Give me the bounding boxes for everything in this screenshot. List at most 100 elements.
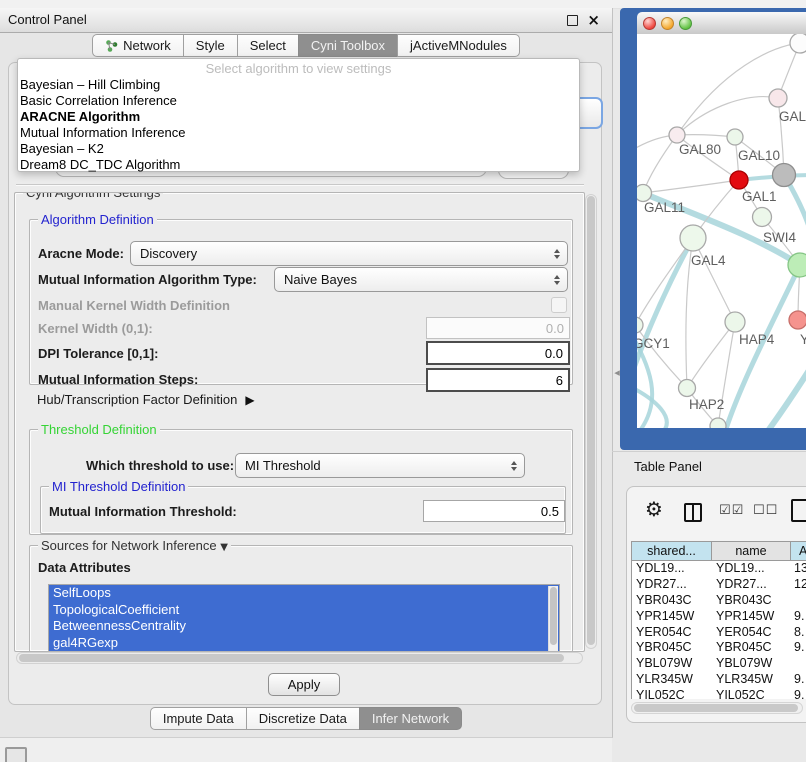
mi-steps-field[interactable] (426, 368, 570, 392)
tab-style[interactable]: Style (183, 34, 238, 57)
sources-title-text: Sources for Network Inference (41, 538, 217, 553)
expand-right-icon[interactable]: ▶ (245, 393, 254, 407)
aracne-mode-combo[interactable]: Discovery (130, 241, 568, 266)
dpi-tolerance-label: DPI Tolerance [0,1]: (38, 346, 158, 361)
algorithm-item-dream8-dc-tdc-algorithm[interactable]: Dream8 DC_TDC Algorithm (18, 157, 579, 173)
tab-cyni-toolbox[interactable]: Cyni Toolbox (298, 34, 398, 57)
hub-definition-label: Hub/Transcription Factor Definition (37, 392, 237, 407)
settings-horizontal-scrollbar[interactable] (16, 652, 583, 664)
mi-threshold-field[interactable] (423, 500, 565, 522)
kernel-width-field[interactable] (426, 317, 570, 339)
manual-kernel-checkbox[interactable] (551, 297, 567, 313)
network-node-gcy1[interactable] (637, 317, 643, 333)
network-node[interactable] (773, 164, 796, 187)
algorithm-item-bayesian-k2[interactable]: Bayesian – K2 (18, 141, 579, 157)
network-node-hap2[interactable] (679, 380, 696, 397)
network-node[interactable] (710, 418, 726, 428)
table-panel: ⚙ ☑☑ ☐☐ shared...nameA YDL19...YDL19...1… (626, 486, 806, 723)
algorithm-item-basic-correlation-inference[interactable]: Basic Correlation Inference (18, 93, 579, 109)
network-edge[interactable] (687, 322, 735, 388)
tab-network[interactable]: Network (92, 34, 184, 57)
select-all-columns-icon[interactable]: ☑☑ (719, 503, 744, 518)
network-edge[interactable] (693, 238, 735, 322)
network-window-titlebar[interactable] (637, 12, 806, 35)
mi-type-combo[interactable]: Naive Bayes (274, 267, 568, 292)
network-view-canvas[interactable]: GALGAL80GAL10GAL1GAL11SWI4GAL4GCY1HAP4YH… (637, 34, 806, 428)
network-edge[interactable] (677, 97, 778, 135)
attribute-item-gal4rgexp[interactable]: gal4RGexp (49, 635, 559, 652)
table-row[interactable]: YBL079WYBL079W (632, 656, 806, 672)
column-header-a[interactable]: A (791, 542, 806, 560)
cyni-mode-tabs: Impute DataDiscretize DataInfer Network (0, 707, 612, 731)
algorithm-item-bayesian-hill-climbing[interactable]: Bayesian – Hill Climbing (18, 77, 579, 93)
network-node-y[interactable] (789, 311, 806, 329)
tab-select[interactable]: Select (237, 34, 299, 57)
scrollbar-thumb[interactable] (587, 196, 595, 645)
attribute-item-topologicalcoefficient[interactable]: TopologicalCoefficient (49, 602, 559, 619)
hub-definition-toggle[interactable]: Hub/Transcription Factor Definition ▶ (37, 392, 255, 407)
panel-splitter-handle[interactable]: ◂ (610, 364, 624, 382)
apply-button[interactable]: Apply (268, 673, 340, 696)
network-node[interactable] (790, 34, 806, 53)
table-cell: YPR145W (712, 609, 790, 625)
network-node-gal4[interactable] (680, 225, 706, 251)
deselect-all-columns-icon[interactable]: ☐☐ (753, 503, 778, 518)
table-row[interactable]: YBR043CYBR043C (632, 593, 806, 609)
attribute-item-betweennesscentrality[interactable]: BetweennessCentrality (49, 618, 559, 635)
network-edge[interactable] (743, 364, 806, 428)
table-row[interactable]: YLR345WYLR345W9. (632, 672, 806, 688)
table-row[interactable]: YBR045CYBR045C9. (632, 640, 806, 656)
table-horizontal-scrollbar[interactable] (631, 702, 803, 714)
network-node-gal[interactable] (769, 89, 787, 107)
tab-infer-network[interactable]: Infer Network (359, 707, 462, 730)
cyni-algorithm-settings-group: Cyni Algorithm Settings Algorithm Defini… (14, 192, 585, 652)
table-cell: YER054C (632, 625, 712, 641)
which-threshold-combo[interactable]: MI Threshold (235, 453, 525, 478)
algorithm-item-mutual-information-inference[interactable]: Mutual Information Inference (18, 125, 579, 141)
scrollbar-thumb[interactable] (550, 587, 557, 645)
close-icon[interactable]: × (587, 10, 600, 30)
network-node-gal1[interactable] (730, 171, 748, 189)
table-row[interactable]: YIL052CYIL052C9. (632, 688, 806, 699)
gear-icon[interactable]: ⚙ (645, 497, 663, 521)
column-header-name[interactable]: name (712, 542, 791, 560)
scrollbar-thumb[interactable] (634, 704, 798, 712)
network-node-hap4[interactable] (725, 312, 745, 332)
table-row[interactable]: YDL19...YDL19...13 (632, 561, 806, 577)
split-columns-icon[interactable] (684, 503, 702, 522)
table-cell: YBR043C (632, 593, 712, 609)
network-edge[interactable] (643, 135, 677, 193)
tab-jactivemnodules[interactable]: jActiveMNodules (397, 34, 520, 57)
algorithm-item-aracne-algorithm[interactable]: ARACNE Algorithm (18, 109, 579, 125)
table-row[interactable]: YDR27...YDR27...12 (632, 577, 806, 593)
minimize-traffic-light[interactable] (661, 17, 674, 30)
table-row[interactable]: YER054CYER054C8. (632, 625, 806, 641)
network-node-gal80[interactable] (669, 127, 685, 143)
tab-impute-data[interactable]: Impute Data (150, 707, 247, 730)
data-attributes-list[interactable]: SelfLoopsTopologicalCoefficientBetweenne… (48, 584, 560, 652)
network-node-gal10[interactable] (727, 129, 743, 145)
table-body: YDL19...YDL19...13YDR27...YDR27...12YBR0… (631, 561, 806, 699)
settings-vertical-scrollbar[interactable] (585, 194, 597, 649)
network-edge[interactable] (677, 135, 735, 137)
network-edge[interactable] (643, 180, 739, 193)
close-traffic-light[interactable] (643, 17, 656, 30)
table-row[interactable]: YPR145WYPR145W9. (632, 609, 806, 625)
network-node-gal11[interactable] (637, 185, 652, 202)
zoom-traffic-light[interactable] (679, 17, 692, 30)
collapse-down-icon[interactable]: ▼ (220, 542, 228, 553)
network-node-swi4[interactable] (753, 208, 772, 227)
scrollbar-thumb[interactable] (19, 654, 564, 662)
sources-group: Sources for Network Inference ▼ Data Att… (29, 545, 573, 652)
float-window-icon[interactable] (567, 15, 578, 26)
algorithm-dropdown-list[interactable]: Select algorithm to view settings Bayesi… (17, 58, 580, 172)
attribute-item-selfloops[interactable]: SelfLoops (49, 585, 559, 602)
node-label-gal11: GAL11 (644, 200, 685, 215)
list-scrollbar[interactable] (548, 586, 558, 652)
minimized-panel-icon[interactable] (5, 747, 27, 762)
column-header-shared[interactable]: shared... (632, 542, 712, 560)
document-icon[interactable] (791, 499, 806, 522)
network-node[interactable] (788, 253, 806, 277)
tab-discretize-data[interactable]: Discretize Data (246, 707, 360, 730)
dpi-tolerance-field[interactable] (426, 341, 570, 365)
